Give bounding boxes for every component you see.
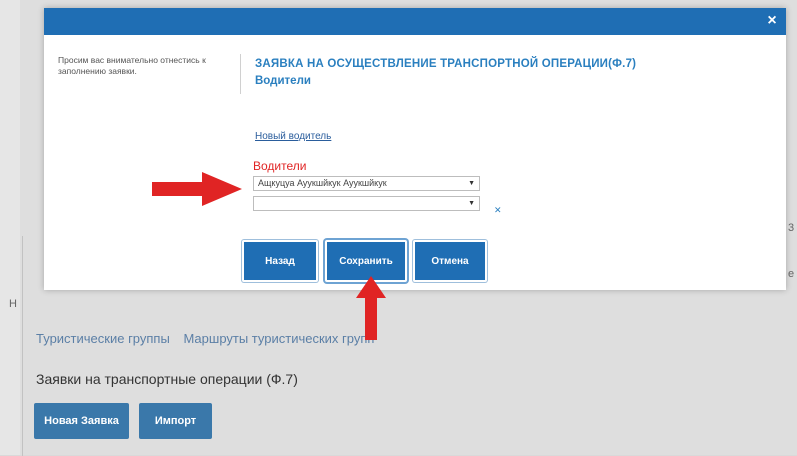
note-divider <box>240 54 241 94</box>
driver-select-2[interactable]: ▼ <box>253 196 480 211</box>
background-links: Туристические группы Маршруты туристичес… <box>36 331 384 346</box>
background-divider <box>22 236 23 456</box>
background-fragment: H <box>9 298 17 310</box>
driver-select-1[interactable]: Ащкуцуа Ауукшйкук Ауукшйкук ▼ <box>253 176 480 191</box>
link-tourist-group-routes[interactable]: Маршруты туристических групп <box>183 331 374 346</box>
import-button[interactable]: Импорт <box>139 403 212 439</box>
background-fragment: 3 <box>788 222 795 234</box>
chevron-down-icon: ▼ <box>468 180 475 187</box>
modal-title: ЗАЯВКА НА ОСУЩЕСТВЛЕНИЕ ТРАНСПОРТНОЙ ОПЕ… <box>255 58 637 70</box>
background-fragment: e <box>788 268 795 280</box>
section-title: Заявки на транспортные операции (Ф.7) <box>36 371 298 387</box>
modal-subtitle: Водители <box>255 75 311 87</box>
remove-driver-icon[interactable]: ✕ <box>494 205 502 216</box>
left-strip <box>0 0 20 455</box>
back-button[interactable]: Назад <box>242 240 318 282</box>
new-request-button[interactable]: Новая Заявка <box>34 403 129 439</box>
arrow-right-icon <box>152 172 242 206</box>
chevron-down-icon: ▼ <box>468 200 475 207</box>
modal-header: × <box>44 8 786 35</box>
arrow-up-icon <box>356 276 386 340</box>
instruction-note: Просим вас внимательно отнестись к запол… <box>58 55 206 76</box>
request-modal: × Просим вас внимательно отнестись к зап… <box>44 8 786 290</box>
link-tourist-groups[interactable]: Туристические группы <box>36 331 170 346</box>
driver-select-1-value: Ащкуцуа Ауукшйкук Ауукшйкук <box>258 178 387 188</box>
cancel-button[interactable]: Отмена <box>413 240 487 282</box>
drivers-label: Водители <box>253 159 307 173</box>
close-icon[interactable]: × <box>764 13 780 29</box>
new-driver-link[interactable]: Новый водитель <box>255 131 331 142</box>
